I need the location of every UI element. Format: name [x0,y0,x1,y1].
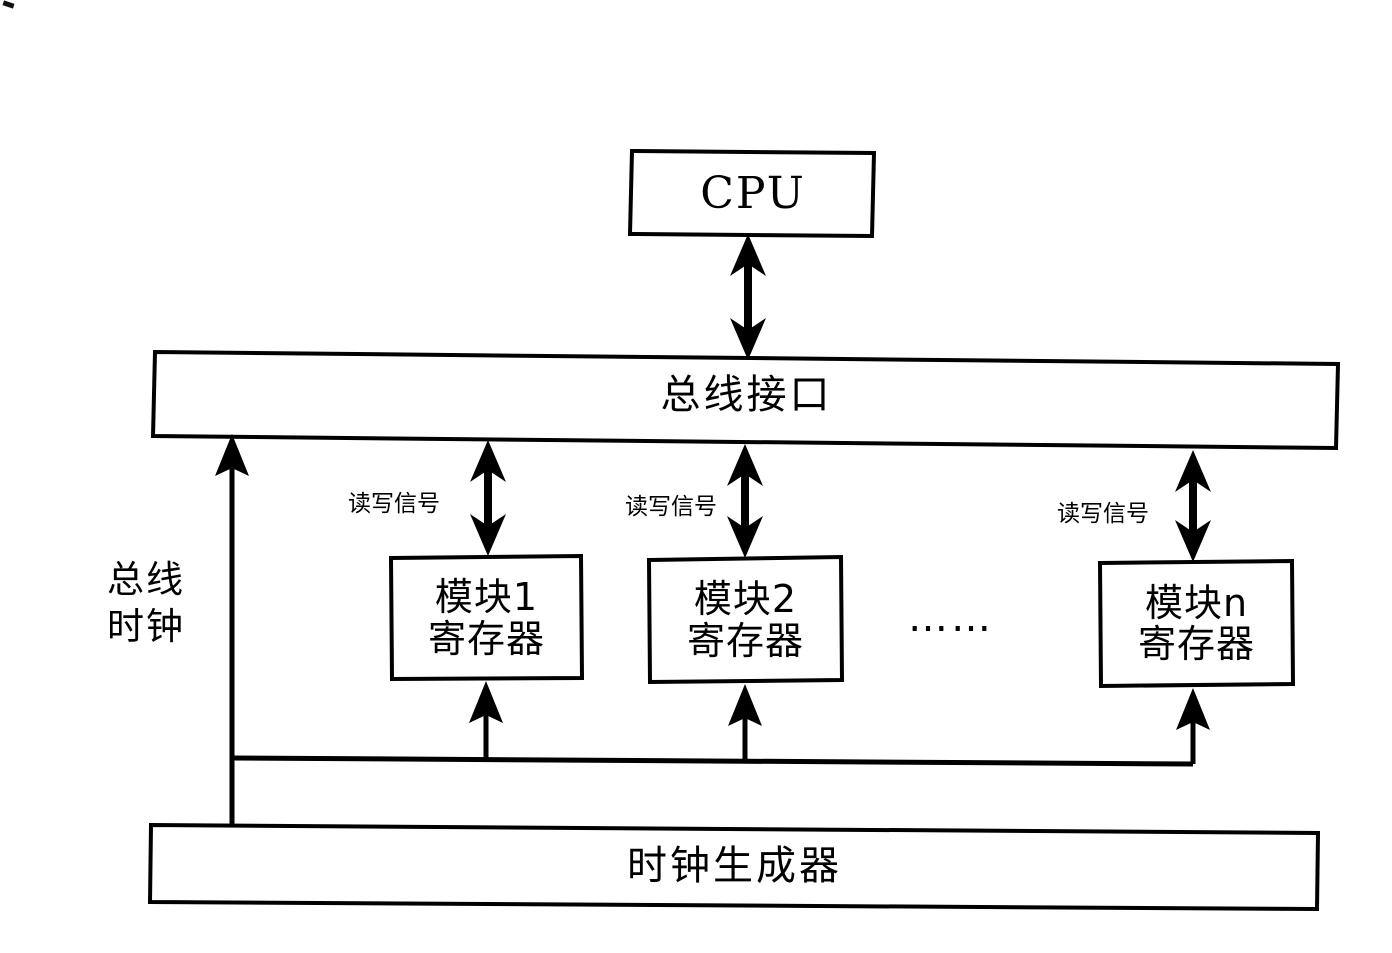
bus-clock-label-line2: 时钟 [107,605,185,649]
edge-cpu-bus [730,234,766,360]
bus-clock-label-line1: 总线 [107,558,185,601]
rw-signal-label-1: 读写信号 [348,491,440,517]
edge-clock-modulen [1176,688,1210,764]
diagram-connectors [147,148,1341,912]
modulen-label: 模块n 寄存器 [1100,563,1293,685]
module2-label: 模块2 寄存器 [649,560,842,681]
module1-label: 模块1 寄存器 [391,558,582,679]
rw-signal-label-n: 读写信号 [1057,501,1149,527]
rw-signal-label-2: 读写信号 [625,494,717,520]
cpu-box-label: CPU [700,167,806,219]
modulen-label-line1: 模块n [1144,580,1249,625]
edge-bus-module2 [727,444,763,558]
ellipsis-label: …… [908,595,994,641]
module1-label-line2: 寄存器 [427,616,545,661]
edge-bus-modulen [1175,450,1211,562]
bus-interface-label: 总线接口 [660,372,833,419]
module1-label-line1: 模块1 [434,575,539,620]
edge-clock-to-bus [215,434,249,824]
diagram-canvas: CPU 总线接口 模块1 寄存器 模块2 寄存器 模块n 寄存器 时钟生成器 读… [0,0,1392,953]
modulen-label-line2: 寄存器 [1137,622,1255,666]
bus-clock-label: 总线 时钟 [72,556,220,651]
module2-label-line2: 寄存器 [686,618,804,663]
edge-clock-module1 [469,681,503,760]
module2-label-line1: 模块2 [693,577,798,622]
edge-clock-module2 [728,684,762,761]
clock-distribution-bus [231,755,1194,767]
edge-bus-module1 [470,440,506,556]
clock-generator-label: 时钟生成器 [627,843,842,890]
